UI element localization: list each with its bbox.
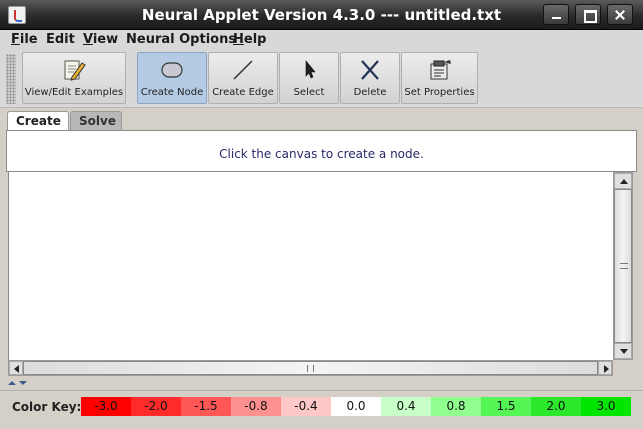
color-swatch: -0.4 — [281, 397, 331, 416]
delete-label: Delete — [353, 87, 387, 98]
menu-help[interactable]: Help — [233, 32, 266, 47]
create-node-label: Create Node — [140, 87, 204, 98]
graph-canvas[interactable] — [8, 172, 613, 360]
arrow-left-icon — [14, 365, 19, 373]
color-swatch: -2.0 — [131, 397, 181, 416]
thumb-grip-icon — [620, 263, 628, 269]
vertical-scrollbar[interactable] — [613, 172, 633, 360]
toolbar: View/Edit Examples Create Node Create Ed… — [0, 50, 643, 108]
select-button[interactable]: Select — [279, 52, 339, 104]
color-key-label: Color Key: — [12, 400, 82, 414]
status-message: Click the canvas to create a node. — [219, 147, 424, 161]
title-bar: Neural Applet Version 4.3.0 --- untitled… — [0, 0, 643, 30]
arrow-down-icon — [620, 349, 628, 354]
scroll-right-button[interactable] — [598, 361, 612, 375]
color-swatch: 2.0 — [531, 397, 581, 416]
delete-button[interactable]: Delete — [340, 52, 400, 104]
create-node-button[interactable]: Create Node — [137, 52, 207, 104]
scrollbar-corner — [613, 360, 633, 376]
set-properties-button[interactable]: Set Properties — [401, 52, 478, 104]
menu-neural-options[interactable]: Neural Options — [126, 32, 236, 47]
tab-solve[interactable]: Solve — [70, 111, 122, 130]
toolbar-grip[interactable] — [6, 54, 16, 104]
create-edge-button[interactable]: Create Edge — [208, 52, 278, 104]
color-swatch: -0.8 — [231, 397, 281, 416]
arrow-right-icon — [604, 365, 609, 373]
view-edit-examples-button[interactable]: View/Edit Examples — [22, 52, 126, 104]
message-panel: Click the canvas to create a node. — [6, 130, 637, 172]
color-swatch: -3.0 — [81, 397, 131, 416]
menu-edit[interactable]: Edit — [46, 32, 75, 47]
delete-x-icon — [361, 60, 379, 80]
menu-bar: File Edit View Neural Options Help — [0, 30, 643, 50]
arrow-up-icon — [620, 179, 628, 184]
properties-icon — [430, 60, 451, 80]
color-key-panel: Color Key: -3.0 -2.0 -1.5 -0.8 -0.4 0.0 … — [0, 390, 643, 429]
minimize-button[interactable] — [543, 4, 569, 25]
scroll-left-button[interactable] — [9, 361, 23, 375]
edge-line-icon — [233, 60, 253, 80]
maximize-button[interactable] — [575, 4, 601, 25]
node-icon — [161, 62, 183, 78]
set-properties-label: Set Properties — [404, 87, 475, 98]
create-edge-label: Create Edge — [212, 87, 274, 98]
expand-down-icon[interactable] — [19, 381, 27, 385]
color-swatch: 0.8 — [431, 397, 481, 416]
horizontal-scroll-thumb[interactable] — [23, 361, 598, 375]
color-swatch: 1.5 — [481, 397, 531, 416]
horizontal-scrollbar[interactable] — [8, 360, 613, 376]
vertical-scroll-thumb[interactable] — [614, 189, 632, 343]
menu-view[interactable]: View — [83, 32, 118, 47]
tab-create[interactable]: Create — [7, 111, 69, 130]
split-pane-divider[interactable] — [0, 378, 643, 388]
color-swatch: 0.4 — [381, 397, 431, 416]
scroll-up-button[interactable] — [614, 173, 632, 189]
menu-file[interactable]: File — [11, 32, 38, 47]
cursor-arrow-icon — [305, 60, 316, 79]
color-swatch: 3.0 — [581, 397, 631, 416]
color-swatch: -1.5 — [181, 397, 231, 416]
tab-bar: Create Solve — [0, 110, 643, 130]
select-label: Select — [293, 87, 325, 98]
close-button[interactable] — [607, 4, 633, 25]
thumb-grip-icon — [307, 365, 314, 372]
scroll-down-button[interactable] — [614, 343, 632, 359]
color-swatch: 0.0 — [331, 397, 381, 416]
edit-document-icon — [64, 60, 86, 81]
view-edit-examples-label: View/Edit Examples — [24, 87, 124, 98]
expand-up-icon[interactable] — [8, 381, 16, 385]
